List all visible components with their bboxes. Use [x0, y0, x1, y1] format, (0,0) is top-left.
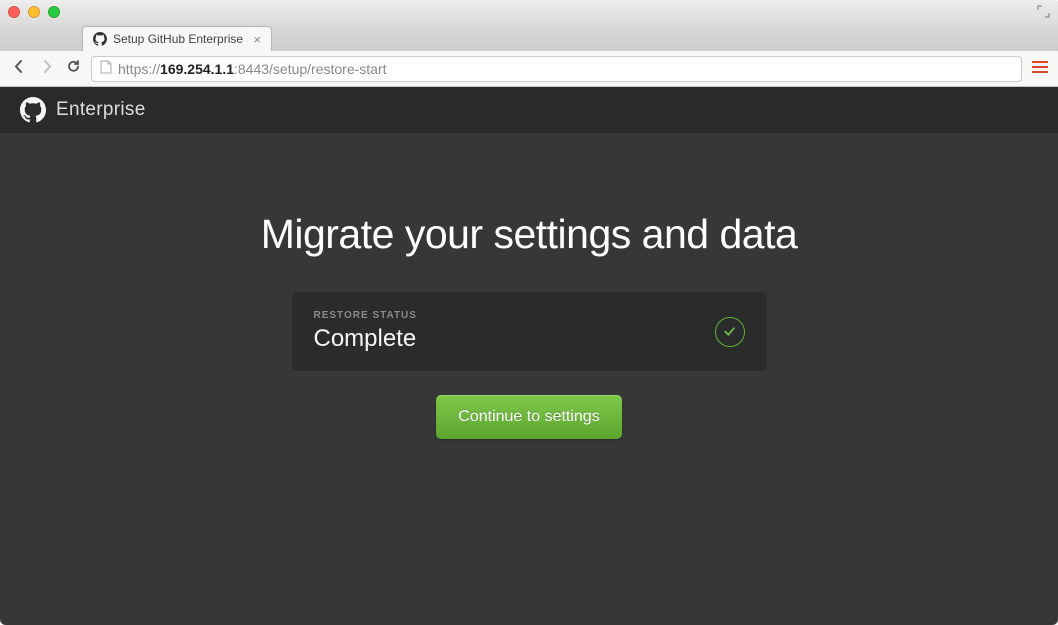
- browser-window: Setup GitHub Enterprise × https://169.25…: [0, 0, 1058, 625]
- app-header: Enterprise: [0, 87, 1058, 133]
- status-value: Complete: [314, 325, 417, 353]
- back-button[interactable]: [10, 58, 28, 79]
- page-title: Migrate your settings and data: [261, 211, 798, 258]
- window-controls: [8, 6, 60, 18]
- status-label: RESTORE STATUS: [314, 310, 417, 321]
- zoom-window-button[interactable]: [48, 6, 60, 18]
- address-bar[interactable]: https://169.254.1.1:8443/setup/restore-s…: [91, 56, 1022, 82]
- browser-tab[interactable]: Setup GitHub Enterprise ×: [82, 26, 272, 51]
- minimize-window-button[interactable]: [28, 6, 40, 18]
- forward-button[interactable]: [38, 58, 56, 79]
- page-icon: [100, 60, 112, 77]
- tab-title: Setup GitHub Enterprise: [113, 32, 243, 46]
- checkmark-icon: [715, 317, 745, 347]
- page-content: Enterprise Migrate your settings and dat…: [0, 87, 1058, 625]
- close-window-button[interactable]: [8, 6, 20, 18]
- continue-button[interactable]: Continue to settings: [436, 395, 621, 439]
- brand-name: Enterprise: [56, 99, 146, 121]
- url-path: :8443/setup/restore-start: [234, 61, 387, 77]
- url-host: 169.254.1.1: [160, 61, 234, 77]
- url-protocol: https://: [118, 61, 160, 77]
- reload-button[interactable]: [66, 59, 81, 78]
- browser-toolbar: https://169.254.1.1:8443/setup/restore-s…: [0, 51, 1058, 87]
- restore-status-card: RESTORE STATUS Complete: [292, 292, 767, 371]
- tab-close-icon[interactable]: ×: [253, 32, 261, 47]
- main-content: Migrate your settings and data RESTORE S…: [0, 133, 1058, 625]
- fullscreen-icon[interactable]: [1037, 5, 1050, 21]
- github-logo-icon: [20, 97, 46, 123]
- chrome-menu-icon[interactable]: [1032, 58, 1048, 79]
- status-text-group: RESTORE STATUS Complete: [314, 310, 417, 353]
- url-text: https://169.254.1.1:8443/setup/restore-s…: [118, 61, 387, 77]
- tab-favicon-github-icon: [93, 32, 107, 46]
- window-titlebar: [0, 0, 1058, 24]
- tab-strip: Setup GitHub Enterprise ×: [0, 24, 1058, 51]
